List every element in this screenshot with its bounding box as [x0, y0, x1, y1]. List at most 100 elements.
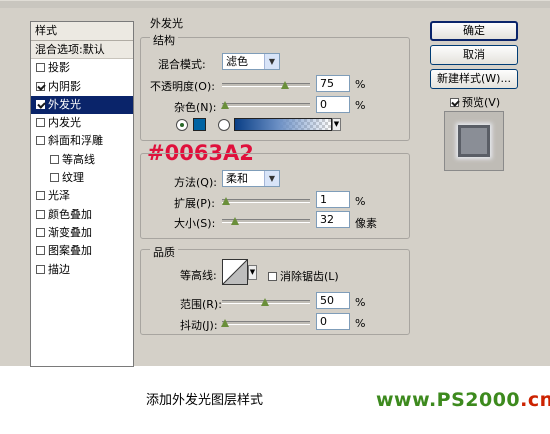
gradient-radio[interactable] [218, 119, 230, 131]
style-checkbox[interactable] [36, 227, 45, 237]
blend-mode-label: 混合模式: [158, 58, 206, 71]
range-input[interactable]: 50 [316, 292, 350, 309]
style-checkbox[interactable] [36, 209, 45, 219]
style-checkbox[interactable] [36, 136, 45, 146]
glow-gradient-picker[interactable] [234, 118, 332, 131]
watermark-suffix: .cn [520, 389, 550, 411]
style-list-item[interactable]: 颜色叠加 [31, 206, 133, 224]
spread-slider-thumb[interactable] [221, 197, 230, 206]
spread-unit: % [355, 195, 366, 208]
size-label: 大小(S): [174, 217, 216, 230]
style-list-item[interactable]: 内阴影 [31, 78, 133, 96]
jitter-label: 抖动(J): [180, 319, 218, 332]
solid-color-radio[interactable] [176, 119, 188, 131]
spread-slider[interactable] [222, 199, 310, 203]
technique-select[interactable]: 柔和 ▼ [222, 170, 280, 187]
preview-row[interactable]: 预览(V) [450, 94, 500, 110]
style-list-item-label: 描边 [48, 262, 70, 276]
contour-label: 等高线: [180, 269, 217, 282]
structure-title: 结构 [150, 32, 178, 48]
range-unit: % [355, 296, 366, 309]
spread-input[interactable]: 1 [316, 191, 350, 208]
style-checkbox[interactable] [36, 63, 45, 73]
panel-title: 外发光 [150, 17, 183, 30]
style-list: 样式 混合选项:默认 投影内阴影 外发光内发光斜面和浮雕等高线纹理光泽颜色叠加渐变… [30, 21, 134, 367]
preview-square [458, 125, 490, 157]
noise-unit: % [355, 99, 366, 112]
style-checkbox[interactable] [50, 154, 59, 164]
style-list-item-label: 纹理 [62, 171, 84, 185]
style-list-item[interactable]: 描边 [31, 261, 133, 279]
preview-label: 预览(V) [462, 96, 501, 109]
style-list-item-label: 投影 [48, 61, 70, 75]
opacity-unit: % [355, 78, 366, 91]
style-list-item[interactable]: 等高线 [31, 151, 133, 169]
noise-input[interactable]: 0 [316, 96, 350, 113]
style-checkbox[interactable] [50, 173, 59, 183]
cancel-button[interactable]: 取消 [430, 45, 518, 65]
noise-label: 杂色(N): [174, 101, 217, 114]
jitter-slider-thumb[interactable] [221, 319, 229, 328]
contour-curve-icon [222, 259, 248, 285]
ok-button[interactable]: 确定 [430, 21, 518, 41]
preview-checkbox[interactable] [450, 98, 459, 107]
glow-color-swatch[interactable] [193, 118, 206, 131]
style-list-item-label: 等高线 [62, 152, 95, 166]
jitter-input[interactable]: 0 [316, 313, 350, 330]
style-list-item[interactable]: 斜面和浮雕 [31, 132, 133, 150]
blend-mode-value: 滤色 [226, 55, 248, 68]
opacity-label: 不透明度(O): [150, 80, 215, 93]
style-list-header[interactable]: 样式 [31, 22, 133, 41]
new-style-button[interactable]: 新建样式(W)... [430, 69, 518, 89]
chevron-down-icon: ▼ [264, 54, 279, 69]
technique-value: 柔和 [226, 172, 248, 185]
chevron-down-icon: ▼ [264, 171, 279, 186]
style-list-item[interactable]: 纹理 [31, 169, 133, 187]
contour-dropdown-arrow[interactable]: ▼ [248, 265, 257, 280]
blend-options-item[interactable]: 混合选项:默认 [31, 41, 133, 60]
watermark-logo: www.PS2000.cn [376, 389, 550, 411]
jitter-slider[interactable] [222, 321, 310, 325]
style-list-item-label: 光泽 [48, 189, 70, 203]
opacity-input[interactable]: 75 [316, 75, 350, 92]
style-checkbox[interactable] [36, 264, 45, 274]
style-preview-thumbnail [444, 111, 504, 171]
noise-slider-thumb[interactable] [221, 101, 229, 110]
style-list-item[interactable]: 图案叠加 [31, 242, 133, 260]
style-list-item[interactable]: 渐变叠加 [31, 224, 133, 242]
gradient-dropdown-arrow[interactable]: ▼ [332, 118, 341, 131]
style-list-item-label: 外发光 [48, 97, 81, 111]
layer-style-dialog: 样式 混合选项:默认 投影 内阴影 外发光 内发光 斜面和浮雕 等高线 纹理 光泽 颜色叠加 渐变… [0, 0, 550, 367]
style-checkbox[interactable] [36, 246, 45, 256]
noise-slider[interactable] [222, 103, 310, 107]
dialog-top-edge [0, 1, 550, 8]
style-list-item[interactable]: 内发光 [31, 114, 133, 132]
antialias-checkbox[interactable] [268, 272, 277, 281]
style-checkbox[interactable] [36, 191, 45, 201]
quality-title: 品质 [150, 244, 178, 260]
size-input[interactable]: 32 [316, 211, 350, 228]
style-checkbox[interactable] [36, 118, 45, 128]
caption: 添加外发光图层样式 [146, 393, 264, 408]
opacity-slider[interactable] [222, 83, 310, 87]
size-unit: 像素 [355, 217, 377, 230]
antialias-label: 消除锯齿(L) [280, 270, 339, 283]
style-list-item[interactable]: 外发光 [31, 95, 133, 115]
antialias-row[interactable]: 消除锯齿(L) [268, 268, 339, 284]
spread-label: 扩展(P): [174, 197, 215, 210]
style-list-item[interactable]: 投影 [31, 59, 133, 77]
style-list-item-label: 内发光 [48, 116, 81, 130]
opacity-slider-thumb[interactable] [281, 81, 289, 90]
jitter-unit: % [355, 317, 366, 330]
blend-mode-select[interactable]: 滤色 ▼ [222, 53, 280, 70]
technique-label: 方法(Q): [174, 176, 217, 189]
style-checkbox[interactable] [36, 81, 45, 91]
size-slider-thumb[interactable] [231, 217, 240, 226]
style-checkbox[interactable] [36, 99, 45, 109]
watermark-main: www.PS2000 [376, 389, 521, 411]
contour-picker[interactable] [222, 259, 248, 285]
range-slider-thumb[interactable] [261, 298, 269, 307]
style-list-item-label: 颜色叠加 [48, 207, 92, 221]
range-label: 范围(R): [180, 298, 222, 311]
style-list-item[interactable]: 光泽 [31, 187, 133, 205]
